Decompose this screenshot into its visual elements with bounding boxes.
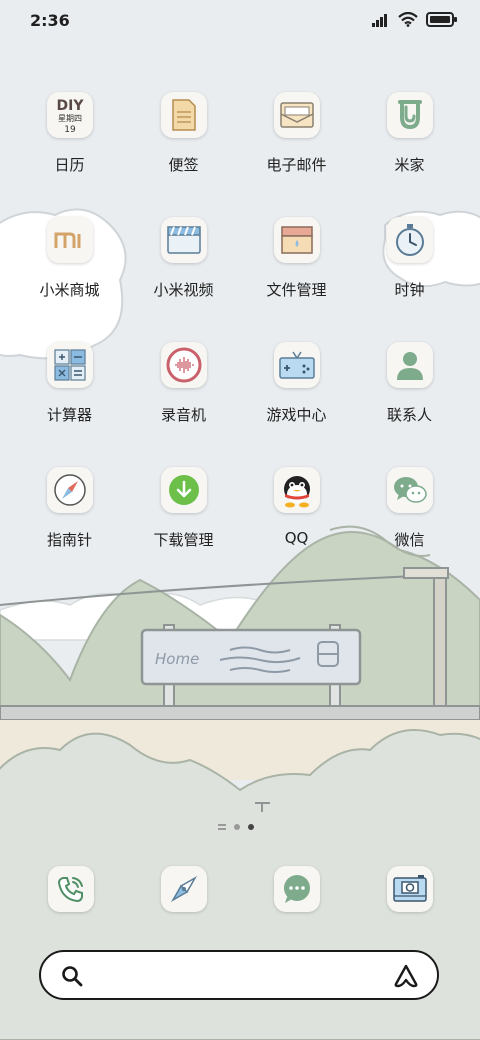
page-indicator[interactable] <box>218 824 254 830</box>
app-label: 联系人 <box>386 406 432 424</box>
wechat-icon <box>386 467 433 513</box>
app-label: 微信 <box>394 531 425 549</box>
contact-person-icon <box>386 342 433 388</box>
app-mi-store[interactable]: 小米商城 <box>13 217 126 300</box>
app-label: 小米视频 <box>153 281 214 299</box>
compass-icon <box>46 467 93 513</box>
svg-text:DIY: DIY <box>56 98 84 114</box>
app-label: 便签 <box>168 156 199 174</box>
page-dot-2-active <box>248 824 254 830</box>
mail-icon <box>273 92 320 138</box>
app-recorder[interactable]: 录音机 <box>127 342 240 425</box>
app-label: 电子邮件 <box>266 156 327 174</box>
app-mi-video[interactable]: 小米视频 <box>127 217 240 300</box>
dock-camera[interactable] <box>387 866 433 912</box>
calendar-icon: DIY 星期四 19 <box>46 92 93 138</box>
app-mijia[interactable]: 米家 <box>353 92 466 175</box>
app-label: 文件管理 <box>266 281 327 299</box>
clock-icon <box>386 217 433 263</box>
svg-text:星期四: 星期四 <box>58 114 82 123</box>
assistant-icon[interactable] <box>393 964 419 988</box>
app-download-manager[interactable]: 下载管理 <box>127 467 240 550</box>
browser-compass-icon <box>170 875 198 903</box>
status-time: 2:36 <box>30 11 70 30</box>
video-clapper-icon <box>160 217 207 263</box>
page-dot-1 <box>234 824 240 830</box>
app-label: QQ <box>284 529 309 547</box>
dock-messages[interactable] <box>274 866 320 912</box>
search-input[interactable] <box>99 962 383 990</box>
app-mail[interactable]: 电子邮件 <box>240 92 353 175</box>
app-label: 游戏中心 <box>266 406 327 424</box>
qq-penguin-icon <box>273 467 320 513</box>
status-bar: 2:36 <box>0 0 480 42</box>
feed-page-indicator <box>218 824 226 830</box>
download-icon <box>160 467 207 513</box>
app-label: 录音机 <box>160 406 206 424</box>
home-sign-text: Home <box>155 650 199 668</box>
calculator-icon <box>46 342 93 388</box>
app-qq[interactable]: QQ <box>240 467 353 547</box>
mijia-icon <box>386 92 433 138</box>
notes-icon <box>160 92 207 138</box>
app-notes[interactable]: 便签 <box>127 92 240 175</box>
app-label: 计算器 <box>46 406 92 424</box>
signal-icon <box>372 13 387 27</box>
file-manager-icon <box>273 217 320 263</box>
messages-icon <box>284 875 310 903</box>
app-label: 下载管理 <box>153 531 214 549</box>
app-calendar[interactable]: DIY 星期四 19 日历 <box>13 92 126 175</box>
wifi-icon <box>398 12 418 27</box>
gamepad-icon <box>273 342 320 388</box>
battery-icon <box>426 12 457 27</box>
home-screen: Home 2:36 DIY 星期四 19 日历 便签 电子邮件 米家 小米商城 … <box>0 0 480 1040</box>
app-label: 日历 <box>54 156 85 174</box>
app-contacts[interactable]: 联系人 <box>353 342 466 425</box>
app-clock[interactable]: 时钟 <box>353 217 466 300</box>
status-icons <box>372 12 458 27</box>
app-compass[interactable]: 指南针 <box>13 467 126 550</box>
app-wechat[interactable]: 微信 <box>353 467 466 550</box>
phone-icon <box>57 877 83 903</box>
search-bar[interactable] <box>39 950 439 1000</box>
dock-browser[interactable] <box>161 866 207 912</box>
app-calculator[interactable]: 计算器 <box>13 342 126 425</box>
recorder-icon <box>160 342 207 388</box>
app-file-manager[interactable]: 文件管理 <box>240 217 353 300</box>
app-label: 米家 <box>394 156 425 174</box>
search-icon[interactable] <box>61 965 83 987</box>
app-game-center[interactable]: 游戏中心 <box>240 342 353 425</box>
camera-icon <box>393 875 427 902</box>
svg-text:19: 19 <box>64 125 76 135</box>
dock-phone[interactable] <box>48 866 94 912</box>
app-label: 指南针 <box>46 531 92 549</box>
app-label: 小米商城 <box>39 281 100 299</box>
app-label: 时钟 <box>394 281 425 299</box>
mi-store-icon <box>46 217 93 263</box>
